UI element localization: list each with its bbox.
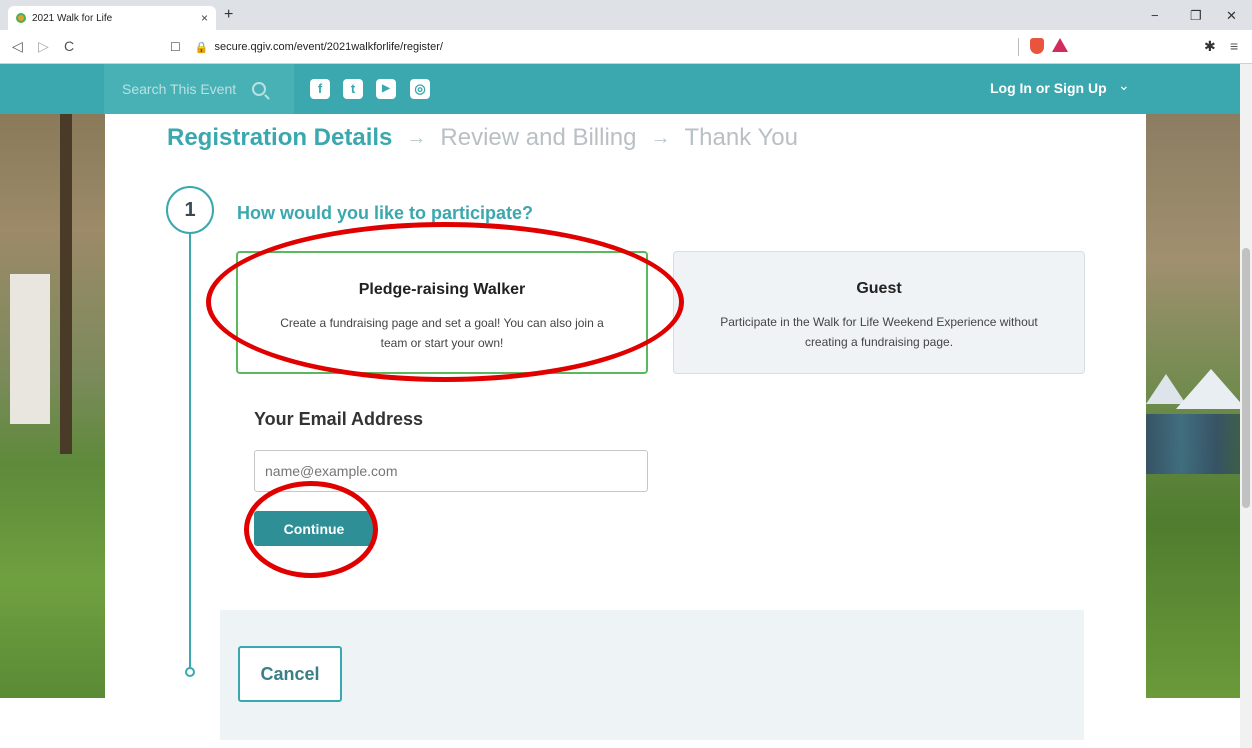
event-search[interactable]: Search This Event	[104, 64, 294, 114]
arrow-right-icon: →	[406, 126, 427, 149]
lock-icon: 🔒	[194, 41, 209, 54]
cancel-button[interactable]: Cancel	[238, 646, 342, 702]
menu-icon[interactable]: ≡	[1230, 38, 1238, 54]
twitter-icon[interactable]: t	[343, 79, 363, 99]
minimize-icon[interactable]: −	[1151, 8, 1159, 23]
step-registration-details: Registration Details	[167, 124, 393, 151]
background-photo-left	[0, 114, 105, 698]
new-tab-button[interactable]: +	[224, 6, 233, 24]
url-text[interactable]: secure.qgiv.com/event/2021walkforlife/re…	[214, 41, 442, 53]
address-bar[interactable]: ☐ 🔒 secure.qgiv.com/event/2021walkforlif…	[160, 35, 1080, 59]
scrollbar-thumb[interactable]	[1242, 248, 1250, 508]
email-label: Your Email Address	[254, 409, 424, 429]
restore-icon[interactable]: ❐	[1190, 8, 1202, 24]
option-description: Create a fundraising page and set a goal…	[280, 316, 604, 350]
arrow-right-icon: →	[650, 126, 671, 149]
bookmark-icon[interactable]: ☐	[170, 40, 181, 54]
site-favicon-icon	[16, 13, 26, 23]
brave-shield-icon[interactable]	[1030, 38, 1044, 54]
step-thank-you: Thank You	[684, 124, 798, 151]
facebook-icon[interactable]: f	[310, 79, 330, 99]
progress-steps: Registration Details → Review and Billin…	[167, 124, 798, 152]
browser-tab-strip: 2021 Walk for Life × + − ❐ ✕	[0, 0, 1252, 30]
browser-toolbar: ◁ ▷ C ☐ 🔒 secure.qgiv.com/event/2021walk…	[0, 30, 1252, 64]
continue-button[interactable]: Continue	[254, 511, 374, 546]
youtube-icon[interactable]: ▶	[376, 79, 396, 99]
option-title: Guest	[856, 280, 902, 297]
step-timeline-end	[185, 667, 195, 677]
tent-canopy	[1146, 374, 1186, 404]
chevron-down-icon[interactable]: ⌄	[1118, 77, 1130, 94]
instagram-icon[interactable]: ◎	[410, 79, 430, 99]
tent-canopy	[1176, 369, 1246, 409]
tab-title: 2021 Walk for Life	[32, 12, 113, 24]
option-pledge-raising-walker[interactable]: Pledge-raising Walker Create a fundraisi…	[236, 251, 648, 374]
forward-icon[interactable]: ▷	[38, 38, 49, 55]
toolbar-divider	[1018, 38, 1019, 56]
reload-icon[interactable]: C	[64, 38, 74, 54]
step-number-badge: 1	[166, 186, 214, 234]
brave-rewards-icon[interactable]	[1052, 38, 1068, 52]
back-icon[interactable]: ◁	[12, 38, 23, 55]
tree-trunk	[60, 114, 72, 454]
window-close-icon[interactable]: ✕	[1226, 8, 1237, 24]
login-link[interactable]: Log In or Sign Up	[990, 80, 1107, 96]
site-nav: Search This Event f t ▶ ◎ Log In or Sign…	[0, 64, 1252, 114]
search-icon[interactable]	[252, 82, 267, 96]
option-title: Pledge-raising Walker	[358, 281, 526, 298]
email-field[interactable]	[254, 450, 648, 492]
step-review-billing: Review and Billing	[440, 124, 637, 151]
option-guest[interactable]: Guest Participate in the Walk for Life W…	[673, 251, 1085, 374]
browser-tab[interactable]: 2021 Walk for Life ×	[8, 6, 216, 30]
step-timeline-line	[189, 234, 191, 669]
search-input[interactable]: Search This Event	[122, 81, 236, 97]
background-photo-right	[1146, 114, 1252, 698]
tab-close-icon[interactable]: ×	[201, 11, 208, 25]
extensions-icon[interactable]: ✱	[1204, 38, 1216, 55]
page-scrollbar[interactable]	[1240, 64, 1252, 748]
registration-card: Registration Details → Review and Billin…	[105, 114, 1146, 748]
form-footer: Cancel	[220, 610, 1084, 740]
crowd	[1146, 414, 1252, 474]
participation-question: How would you like to participate?	[237, 203, 534, 223]
option-description: Participate in the Walk for Life Weekend…	[720, 315, 1038, 349]
tent	[10, 274, 50, 424]
